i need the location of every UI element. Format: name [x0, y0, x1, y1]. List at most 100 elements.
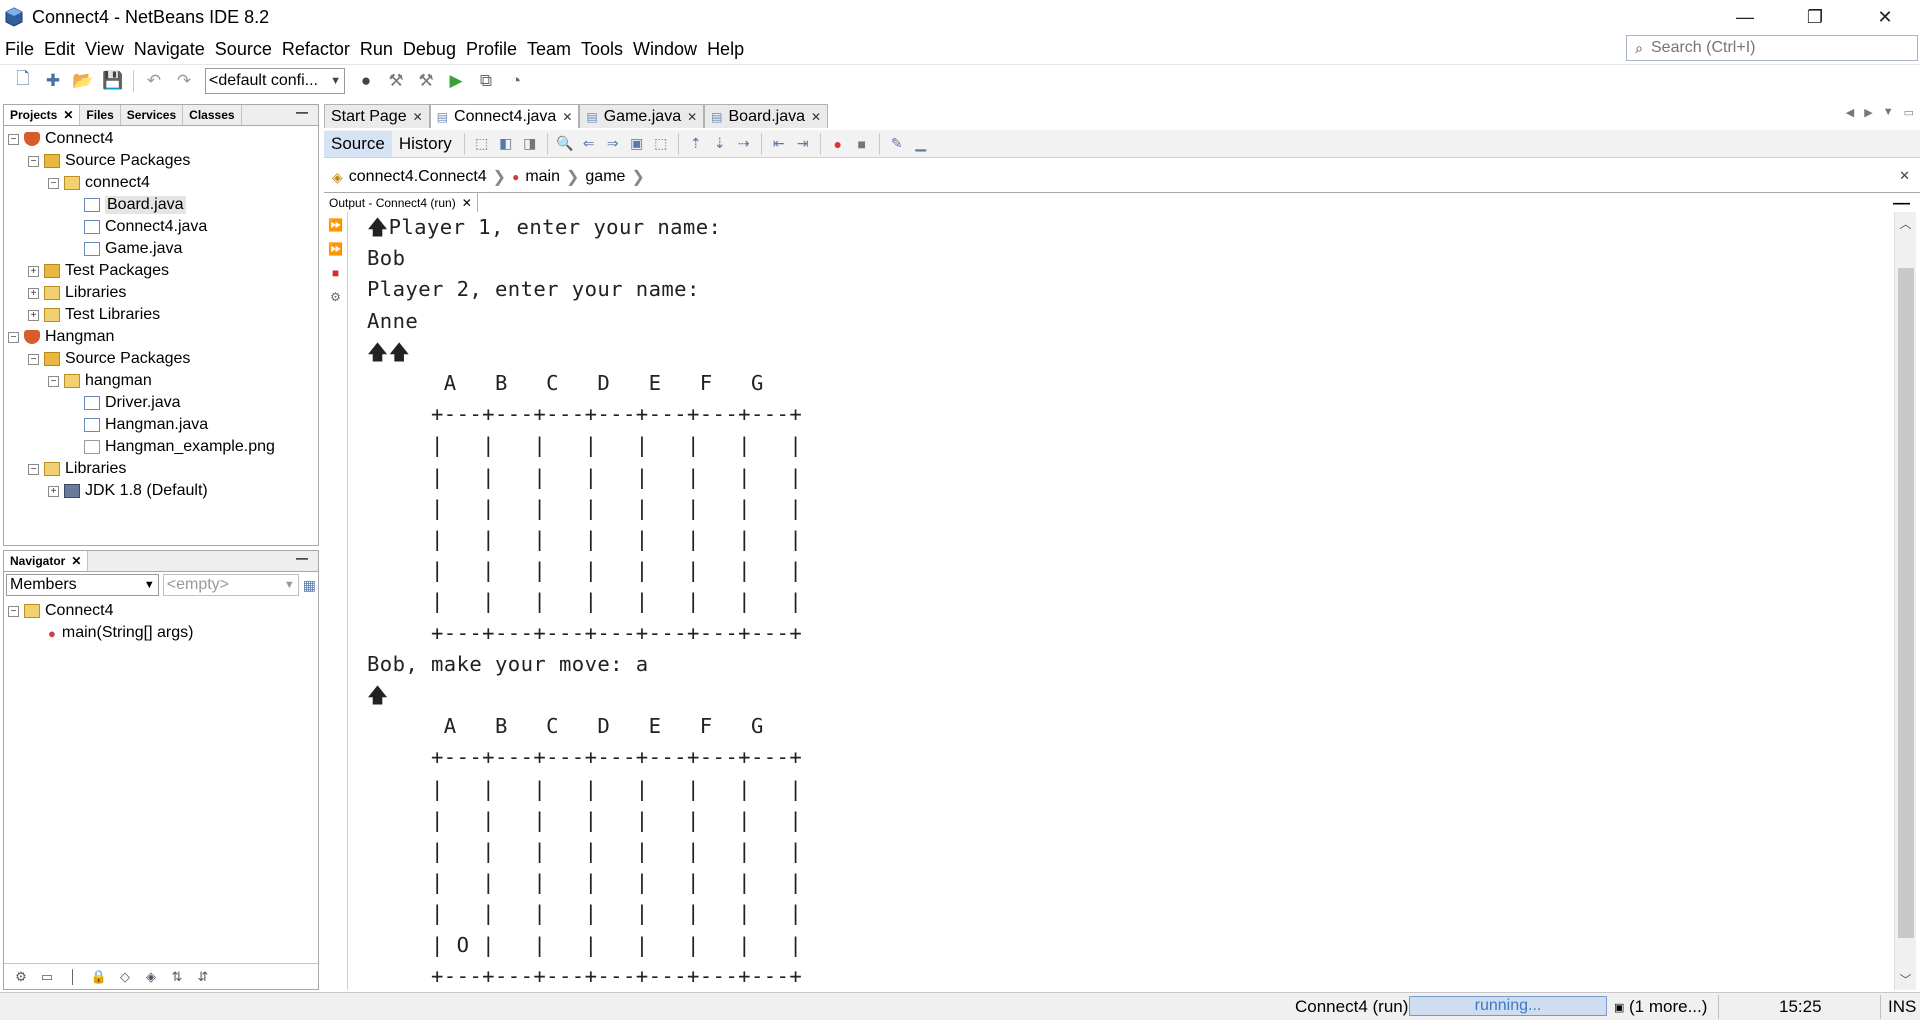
- tab-classes[interactable]: Classes: [183, 105, 242, 125]
- redo-icon[interactable]: ↷: [171, 68, 197, 94]
- breadcrumb-item[interactable]: main: [525, 168, 560, 186]
- tab-board-java[interactable]: ▤ Board.java ✕: [704, 104, 829, 128]
- tree-node[interactable]: Board.java: [4, 194, 318, 216]
- breadcrumb-item[interactable]: connect4.Connect4: [349, 168, 487, 186]
- menu-help[interactable]: Help: [702, 39, 749, 60]
- tree-node[interactable]: ● main(String[] args): [4, 622, 318, 644]
- filter-nonpublic-icon[interactable]: 🔒: [90, 969, 108, 985]
- tab-game-java[interactable]: ▤ Game.java ✕: [579, 104, 705, 128]
- tab-start-page[interactable]: Start Page ✕: [324, 104, 430, 128]
- menu-window[interactable]: Window: [628, 39, 702, 60]
- menu-file[interactable]: File: [0, 39, 39, 60]
- tab-output[interactable]: Output - Connect4 (run) ✕: [324, 192, 478, 213]
- stop-icon[interactable]: ■: [328, 264, 344, 282]
- toggle-rect-select-icon[interactable]: ⬚: [651, 134, 671, 154]
- expand-icon[interactable]: +: [28, 309, 39, 321]
- close-icon[interactable]: ✕: [462, 196, 472, 210]
- progress-bar[interactable]: running...: [1409, 996, 1607, 1016]
- start-macro-icon[interactable]: ●: [828, 134, 848, 154]
- comment-icon[interactable]: ✎: [887, 134, 907, 154]
- close-button[interactable]: ✕: [1850, 0, 1920, 34]
- close-icon[interactable]: ✕: [63, 108, 73, 122]
- restore-button[interactable]: ❐: [1780, 0, 1850, 34]
- minimize-panel-button[interactable]: —: [286, 551, 318, 571]
- collapse-icon[interactable]: −: [28, 463, 39, 475]
- tree-node[interactable]: + Test Libraries: [4, 304, 318, 326]
- rerun-icon[interactable]: ⏩: [328, 216, 344, 234]
- navigator-options-icon[interactable]: ▦: [303, 577, 316, 594]
- rerun-with-params-icon[interactable]: ⏩: [328, 240, 344, 258]
- tab-services[interactable]: Services: [121, 105, 184, 125]
- menu-source[interactable]: Source: [210, 39, 277, 60]
- vertical-scrollbar[interactable]: ︿ ﹀: [1894, 212, 1916, 990]
- save-all-icon[interactable]: 💾: [100, 68, 126, 94]
- filter-static-icon[interactable]: │: [64, 969, 82, 985]
- tree-node[interactable]: Hangman_example.png: [4, 436, 318, 458]
- collapse-icon[interactable]: −: [48, 177, 59, 189]
- close-icon[interactable]: ✕: [413, 110, 423, 124]
- tree-node[interactable]: − Source Packages: [4, 348, 318, 370]
- menu-navigate[interactable]: Navigate: [129, 39, 210, 60]
- scroll-right-icon[interactable]: ▶: [1864, 106, 1872, 119]
- close-icon[interactable]: ✕: [811, 110, 821, 124]
- tree-node[interactable]: − Libraries: [4, 458, 318, 480]
- globe-icon[interactable]: ●: [353, 68, 379, 94]
- members-select[interactable]: Members ▼: [6, 574, 159, 596]
- close-icon[interactable]: ✕: [71, 554, 81, 568]
- filter-inner-icon[interactable]: ◈: [142, 969, 160, 985]
- tree-node[interactable]: − Hangman: [4, 326, 318, 348]
- configuration-select[interactable]: <default confi... ▼: [205, 67, 345, 94]
- filter-local-icon[interactable]: ◇: [116, 969, 134, 985]
- minimize-panel-button[interactable]: —: [1893, 193, 1910, 213]
- menu-team[interactable]: Team: [522, 39, 576, 60]
- sort-source-icon[interactable]: ⇵: [194, 969, 212, 985]
- scroll-left-icon[interactable]: ◀: [1846, 106, 1854, 119]
- find-previous-icon[interactable]: ⇐: [579, 134, 599, 154]
- tab-list-icon[interactable]: ▼: [1883, 106, 1894, 119]
- menu-refactor[interactable]: Refactor: [277, 39, 355, 60]
- tree-node[interactable]: Connect4.java: [4, 216, 318, 238]
- menu-profile[interactable]: Profile: [461, 39, 522, 60]
- find-icon[interactable]: 🔍: [555, 134, 575, 154]
- close-icon[interactable]: ✕: [687, 110, 697, 124]
- source-mode-button[interactable]: Source: [324, 130, 392, 157]
- toggle-highlight-icon[interactable]: ▣: [627, 134, 647, 154]
- tree-node[interactable]: Game.java: [4, 238, 318, 260]
- last-edit-icon[interactable]: ⬚: [472, 134, 492, 154]
- expand-icon[interactable]: +: [48, 485, 59, 497]
- collapse-icon[interactable]: −: [8, 605, 19, 617]
- tab-navigator[interactable]: Navigator ✕: [4, 551, 89, 571]
- open-project-icon[interactable]: 📂: [70, 68, 96, 94]
- tree-node[interactable]: + Test Packages: [4, 260, 318, 282]
- search-input[interactable]: [1651, 39, 1911, 57]
- menu-debug[interactable]: Debug: [398, 39, 461, 60]
- collapse-icon[interactable]: −: [8, 331, 19, 343]
- tab-projects[interactable]: Projects ✕: [4, 105, 81, 125]
- back-icon[interactable]: ◧: [496, 134, 516, 154]
- history-mode-button[interactable]: History: [392, 131, 459, 157]
- collapse-icon[interactable]: −: [48, 375, 59, 387]
- collapse-icon[interactable]: −: [28, 353, 39, 365]
- build-icon[interactable]: ⚒: [383, 68, 409, 94]
- tree-node[interactable]: + JDK 1.8 (Default): [4, 480, 318, 502]
- collapse-icon[interactable]: −: [28, 155, 39, 167]
- collapse-icon[interactable]: −: [8, 133, 19, 145]
- scroll-down-icon[interactable]: ﹀: [1895, 968, 1916, 990]
- breadcrumb-item[interactable]: game: [585, 168, 625, 186]
- tab-connect4-java[interactable]: ▤ Connect4.java ✕: [429, 104, 580, 128]
- menu-run[interactable]: Run: [355, 39, 398, 60]
- expand-icon[interactable]: +: [28, 265, 39, 277]
- uncomment-icon[interactable]: ▁: [911, 134, 931, 154]
- tab-files[interactable]: Files: [80, 105, 121, 125]
- prev-bookmark-icon[interactable]: ⇡: [686, 134, 706, 154]
- sort-name-icon[interactable]: ⇅: [168, 969, 186, 985]
- menu-edit[interactable]: Edit: [39, 39, 80, 60]
- stop-macro-icon[interactable]: ■: [852, 134, 872, 154]
- output-console[interactable]: 🡅Player 1, enter your name: Bob Player 2, …: [349, 212, 1894, 990]
- undo-icon[interactable]: ↶: [141, 68, 167, 94]
- tree-node[interactable]: Driver.java: [4, 392, 318, 414]
- new-project-icon[interactable]: ✚: [40, 68, 66, 94]
- minimize-button[interactable]: —: [1710, 0, 1780, 34]
- maximize-icon[interactable]: ▭: [1904, 106, 1914, 119]
- tree-node[interactable]: − Source Packages: [4, 150, 318, 172]
